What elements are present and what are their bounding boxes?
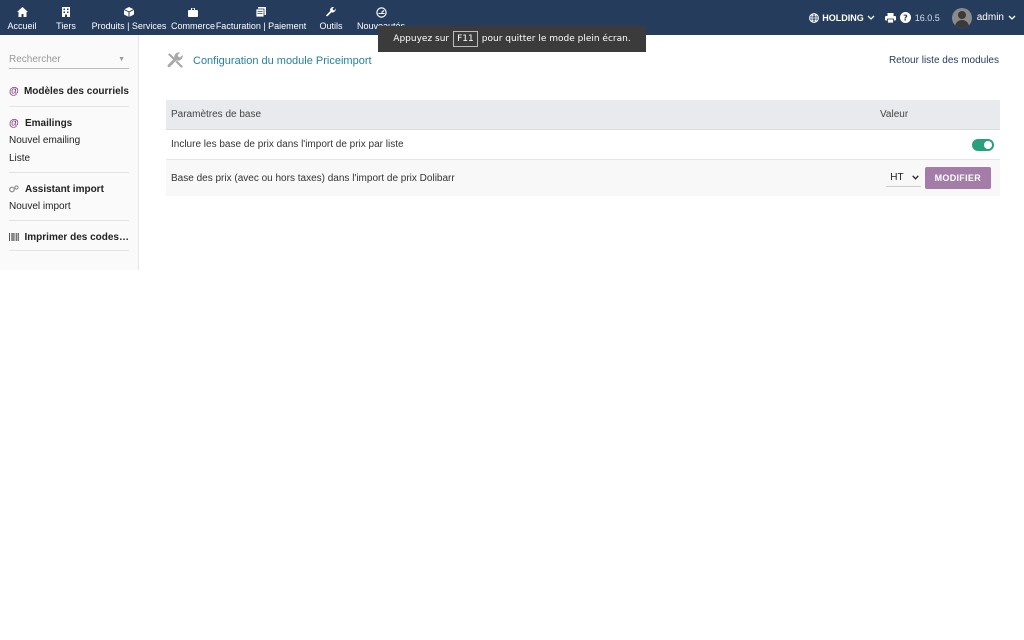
price-base-select[interactable]: HT <box>886 169 921 187</box>
chevron-down-icon <box>867 15 875 20</box>
header-right: HOLDING ? 16.0.5 admin <box>809 0 1016 35</box>
menu-block-assistant-import: Assistant import Nouvel import <box>9 173 129 221</box>
main-menu: Accueil Tiers Produits | Services Commer… <box>0 0 406 35</box>
company-name: HOLDING <box>822 12 864 23</box>
user-name[interactable]: admin <box>977 12 1004 23</box>
row-label: Base des prix (avec ou hors taxes) dans … <box>171 172 455 184</box>
wrench-icon <box>326 6 336 18</box>
chevron-down-icon <box>1008 15 1016 20</box>
menu-title-assistant-import[interactable]: Assistant import <box>9 181 129 197</box>
menu-block-modeles-courriels: @ Modèles des courriels <box>9 69 129 107</box>
menu-item-nouvel-import[interactable]: Nouvel import <box>9 197 129 215</box>
search-select[interactable]: Rechercher ▼ <box>9 50 129 69</box>
tools-icon <box>166 52 184 70</box>
user-avatar[interactable] <box>951 7 972 28</box>
globe-icon <box>809 12 820 23</box>
table-header: Paramètres de base Valeur <box>166 100 1000 130</box>
menu-item-produits-services[interactable]: Produits | Services <box>88 0 170 35</box>
company-selector[interactable]: HOLDING <box>809 13 875 23</box>
row-label: Inclure les base de prix dans l'import d… <box>171 139 404 150</box>
caret-down-icon: ▼ <box>118 55 125 63</box>
modify-button[interactable]: MODIFIER <box>924 167 991 189</box>
menu-item-commerce[interactable]: Commerce <box>170 0 216 35</box>
back-to-modules-link[interactable]: Retour liste des modules <box>889 55 999 66</box>
at-icon: @ <box>9 85 19 97</box>
left-sidebar: Rechercher ▼ @ Modèles des courriels @ E… <box>0 35 139 270</box>
f11-key: F11 <box>453 31 478 47</box>
menu-block-imprimer-codes: Imprimer des codes… <box>9 221 129 251</box>
menu-item-outils[interactable]: Outils <box>306 0 356 35</box>
include-price-base-toggle[interactable] <box>972 138 994 151</box>
menu-block-emailings: @ Emailings Nouvel emailing Liste <box>9 107 129 173</box>
column-header-value: Valeur <box>880 109 909 120</box>
at-icon: @ <box>9 117 19 129</box>
help-icon[interactable]: ? <box>899 12 911 23</box>
building-icon <box>62 6 70 18</box>
chevron-down-icon <box>911 173 919 182</box>
barcode-icon <box>9 233 25 241</box>
cogs-icon <box>9 185 25 193</box>
fullscreen-notice: Appuyez sur F11 pour quitter le mode ple… <box>378 26 646 52</box>
menu-title-modeles-courriels[interactable]: @ Modèles des courriels <box>9 83 129 99</box>
column-header-parameters: Paramètres de base <box>171 109 262 120</box>
invoice-icon <box>256 6 266 18</box>
briefcase-icon <box>188 6 198 18</box>
menu-item-tiers[interactable]: Tiers <box>44 0 88 35</box>
menu-title-emailings[interactable]: @ Emailings <box>9 115 129 131</box>
settings-table: Paramètres de base Valeur Inclure les ba… <box>166 100 1000 196</box>
page-title-text: Configuration du module Priceimport <box>193 55 372 67</box>
menu-item-facturation-paiement[interactable]: Facturation | Paiement <box>216 0 306 35</box>
menu-item-nouvel-emailing[interactable]: Nouvel emailing <box>9 131 129 149</box>
table-row: Inclure les base de prix dans l'import d… <box>166 130 1000 160</box>
home-icon <box>16 6 28 18</box>
printer-icon[interactable] <box>884 12 896 23</box>
table-row: Base des prix (avec ou hors taxes) dans … <box>166 160 1000 196</box>
page-title: Configuration du module Priceimport <box>166 52 372 70</box>
menu-item-accueil[interactable]: Accueil <box>0 0 44 35</box>
search-placeholder: Rechercher <box>9 53 61 65</box>
gauge-icon <box>375 6 387 18</box>
cube-icon <box>124 6 134 18</box>
version-label: 16.0.5 <box>914 12 940 23</box>
svg-text:?: ? <box>903 14 908 23</box>
menu-title-imprimer-codes[interactable]: Imprimer des codes… <box>9 229 129 245</box>
menu-item-liste[interactable]: Liste <box>9 149 129 167</box>
